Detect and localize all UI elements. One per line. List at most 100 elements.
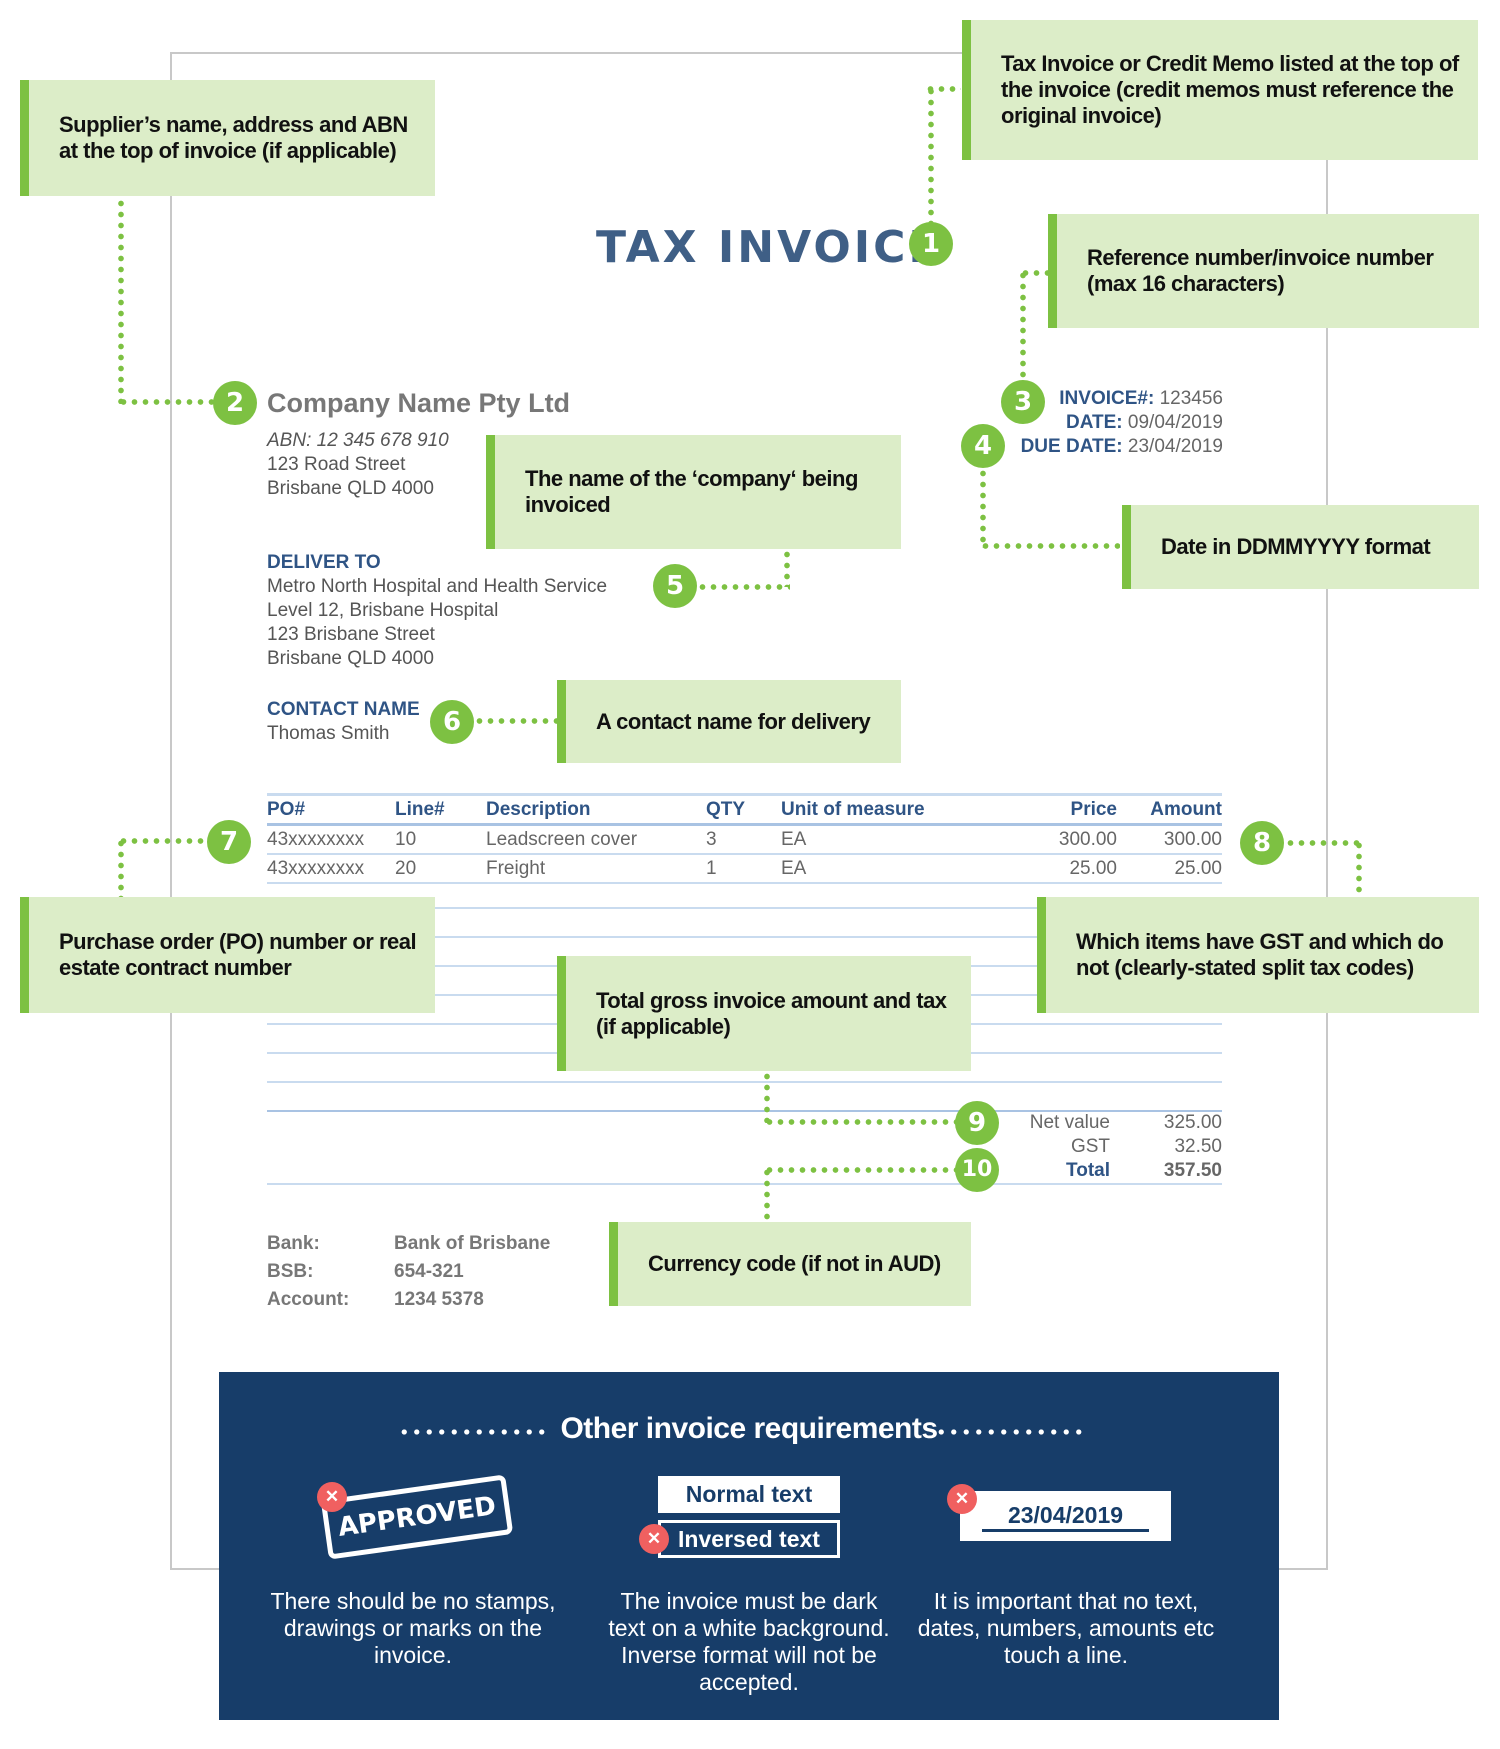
column-header-description: Description	[486, 793, 706, 826]
callout-gst: Which items have GST and which do not (c…	[1037, 897, 1479, 1013]
deliver-to-line: Level 12, Brisbane Hospital	[267, 600, 499, 621]
account-row: Account: 1234 5378	[267, 1286, 550, 1314]
cell-qty: 3	[706, 824, 781, 855]
cell-amount: 25.00	[1117, 854, 1222, 884]
callout-total-gross-text: Total gross invoice amount and tax (if a…	[596, 987, 947, 1039]
invoice-date-label: DATE:	[1065, 412, 1123, 433]
deliver-to-block: DELIVER TO Metro North Hospital and Heal…	[267, 551, 607, 671]
cell-price: 300.00	[1011, 824, 1117, 855]
contact-label: CONTACT NAME	[267, 699, 420, 720]
line-items-table: PO# Line# Description QTY Unit of measur…	[267, 793, 1222, 884]
bank-label: Bank:	[267, 1233, 320, 1254]
supplier-address-line: 123 Road Street	[267, 454, 406, 475]
badge-8: 8	[1240, 821, 1284, 865]
reject-x-icon: ✕	[639, 1524, 669, 1554]
connector-4-vertical	[980, 468, 986, 548]
connector-3-vertical	[1020, 270, 1026, 380]
gst-label: GST	[1070, 1136, 1110, 1157]
date-line-example: 23/04/2019	[960, 1491, 1171, 1541]
deliver-to-line: 123 Brisbane Street	[267, 624, 435, 645]
invoice-date-value: 09/04/2019	[1127, 412, 1223, 433]
column-header-amount: Amount	[1117, 793, 1222, 826]
account-label: Account:	[267, 1289, 350, 1310]
connector-9-horizontal	[764, 1119, 959, 1125]
net-value-amount: 325.00	[1163, 1112, 1222, 1133]
cell-line: 20	[395, 854, 486, 884]
cell-description: Freight	[486, 854, 706, 884]
bank-row: Bank: Bank of Brisbane	[267, 1230, 550, 1258]
inversed-text-example: Inversed text	[656, 1518, 842, 1560]
net-value-label: Net value	[1029, 1112, 1110, 1133]
callout-tax-invoice: Tax Invoice or Credit Memo listed at the…	[962, 20, 1478, 160]
bsb-value: 654-321	[394, 1261, 464, 1282]
callout-supplier-text: Supplier’s name, address and ABN at the …	[59, 112, 408, 163]
column-header-unit: Unit of measure	[781, 793, 1011, 826]
connector-2-vertical	[118, 198, 124, 404]
reject-x-icon: ✕	[947, 1484, 977, 1514]
connector-2-horizontal	[118, 399, 218, 405]
cell-price: 25.00	[1011, 854, 1117, 884]
cell-po: 43xxxxxxxx	[267, 854, 395, 884]
callout-reference: Reference number/invoice number (max 16 …	[1048, 214, 1479, 328]
empty-row-line	[267, 1081, 1222, 1083]
callout-company-invoiced-text: The name of the ‘company‘ being invoiced	[525, 466, 858, 517]
invoice-number-row: INVOICE#: 123456	[1021, 387, 1223, 411]
gst-row: GST 32.50	[1000, 1135, 1222, 1159]
invoice-title: TAX INVOICE	[596, 222, 942, 273]
due-date-row: DUE DATE: 23/04/2019	[1021, 435, 1223, 459]
connector-9-vertical	[764, 1071, 770, 1123]
connector-8-horizontal	[1285, 840, 1361, 846]
cell-unit: EA	[781, 824, 1011, 855]
total-label: Total	[1066, 1160, 1110, 1181]
deliver-to-line: Metro North Hospital and Health Service	[267, 576, 608, 597]
normal-text-example: Normal text	[658, 1476, 840, 1513]
invoice-date-row: DATE: 09/04/2019	[1021, 411, 1223, 435]
callout-supplier: Supplier’s name, address and ABN at the …	[20, 80, 435, 196]
badge-9: 9	[955, 1101, 999, 1145]
requirement-inverse-text: The invoice must be dark text on a white…	[608, 1588, 890, 1695]
badge-4: 4	[961, 424, 1005, 468]
callout-contact-text: A contact name for delivery	[596, 708, 871, 734]
other-requirements-panel: Other invoice requirements APPROVED ✕ Th…	[219, 1372, 1279, 1720]
contact-block: CONTACT NAME Thomas Smith	[267, 698, 420, 746]
due-date-label: DUE DATE:	[1020, 436, 1123, 457]
callout-currency: Currency code (if not in AUD)	[609, 1222, 971, 1306]
callout-contact: A contact name for delivery	[557, 680, 901, 763]
connector-7-vertical	[118, 838, 124, 898]
callout-currency-text: Currency code (if not in AUD)	[648, 1251, 941, 1276]
cell-unit: EA	[781, 854, 1011, 884]
invoice-number-label: INVOICE#:	[1059, 388, 1155, 409]
dotted-divider-right	[935, 1429, 1085, 1435]
invoice-meta: INVOICE#: 123456 DATE: 09/04/2019 DUE DA…	[1021, 387, 1223, 459]
column-header-line: Line#	[395, 793, 486, 826]
connector-5-horizontal	[697, 584, 790, 590]
requirement-line-text: It is important that no text, dates, num…	[917, 1588, 1215, 1668]
badge-2: 2	[213, 381, 257, 425]
callout-company-invoiced: The name of the ‘company‘ being invoiced	[486, 435, 901, 549]
table-row: 43xxxxxxxx 20 Freight 1 EA 25.00 25.00	[267, 854, 1222, 884]
bank-details: Bank: Bank of Brisbane BSB: 654-321 Accoun…	[267, 1230, 550, 1314]
totals-block: Net value 325.00 GST 32.50 Total 357.50	[1000, 1111, 1222, 1183]
supplier-abn: ABN: 12 345 678 910	[267, 430, 449, 451]
invoice-number-value: 123456	[1159, 388, 1223, 409]
deliver-to-label: DELIVER TO	[267, 552, 381, 573]
account-value: 1234 5378	[394, 1289, 484, 1310]
connector-10-horizontal	[764, 1167, 959, 1173]
deliver-to-line: Brisbane QLD 4000	[267, 648, 434, 669]
column-header-po: PO#	[267, 793, 395, 826]
callout-po-number-text: Purchase order (PO) number or real estat…	[59, 929, 417, 980]
callout-po-number: Purchase order (PO) number or real estat…	[20, 897, 435, 1013]
badge-7: 7	[207, 820, 251, 864]
requirement-stamps-text: There should be no stamps, drawings or m…	[270, 1588, 556, 1668]
badge-6: 6	[430, 700, 474, 744]
reject-x-icon: ✕	[317, 1482, 347, 1512]
cell-amount: 300.00	[1117, 824, 1222, 855]
callout-date-format: Date in DDMMYYYY format	[1122, 505, 1479, 589]
connector-5-vertical	[784, 549, 790, 587]
total-amount: 357.50	[1163, 1160, 1222, 1181]
gst-amount: 32.50	[1174, 1136, 1222, 1157]
callout-total-gross: Total gross invoice amount and tax (if a…	[557, 956, 971, 1071]
callout-gst-text: Which items have GST and which do not (c…	[1076, 929, 1444, 980]
callout-date-format-text: Date in DDMMYYYY format	[1161, 534, 1431, 559]
table-row: 43xxxxxxxx 10 Leadscreen cover 3 EA 300.…	[267, 824, 1222, 855]
